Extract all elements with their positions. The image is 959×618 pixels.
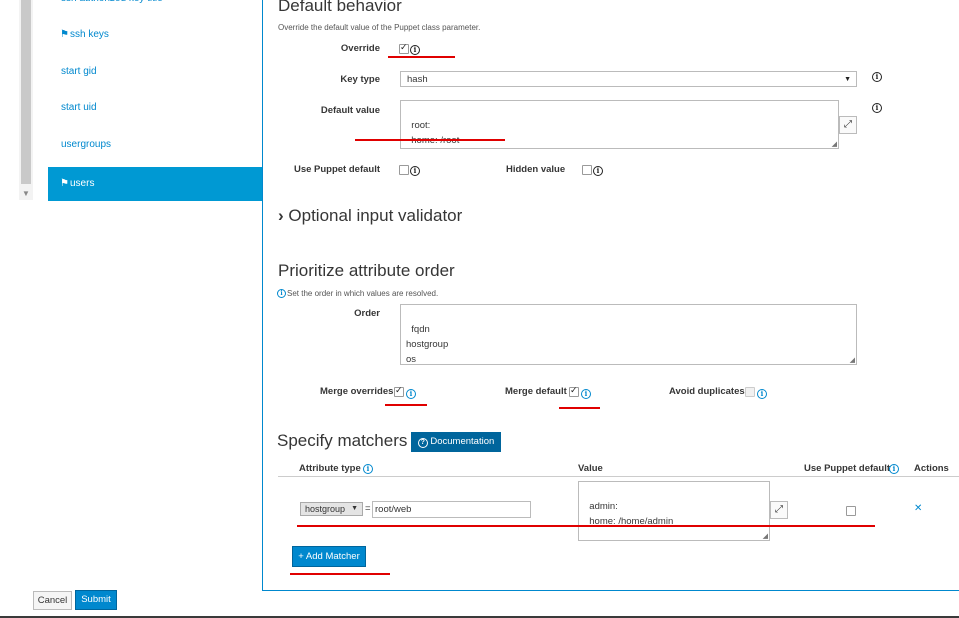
merge-overrides-label: Merge overrides — [320, 386, 394, 397]
sidebar-item-start-gid[interactable]: start gid — [48, 55, 262, 89]
key-type-select[interactable]: hash ▼ — [400, 71, 857, 87]
resize-grip-icon[interactable]: ◢ — [763, 533, 768, 540]
resize-grip-icon[interactable]: ◢ — [850, 357, 855, 364]
documentation-button[interactable]: ? Documentation — [411, 432, 501, 452]
info-icon[interactable]: i — [872, 72, 882, 82]
submit-button[interactable]: Submit — [75, 590, 117, 610]
optional-input-validator-toggle[interactable]: › Optional input validator — [278, 206, 462, 226]
scroll-down-arrow-icon[interactable]: ▼ — [21, 189, 31, 199]
question-circle-icon: ? — [417, 438, 428, 448]
caret-down-icon: ▼ — [351, 505, 358, 512]
equals-sign: = — [365, 503, 371, 514]
sidebar-item-label: start uid — [61, 102, 97, 113]
order-text: fqdn hostgroup os domain — [406, 324, 449, 365]
matcher-value-text: admin: home: /home/admin — [589, 501, 674, 527]
resize-grip-icon[interactable]: ◢ — [832, 141, 837, 148]
documentation-label: Documentation — [430, 436, 495, 447]
annotation-underline — [290, 573, 390, 575]
info-icon[interactable]: i — [593, 166, 603, 176]
order-textarea[interactable]: fqdn hostgroup os domain ◢ — [400, 304, 857, 365]
use-puppet-default-label: Use Puppet default — [293, 164, 380, 175]
default-value-text: root: home: /root — [411, 120, 459, 146]
matcher-use-puppet-default-checkbox[interactable] — [846, 506, 856, 516]
key-type-value: hash — [407, 74, 428, 85]
info-icon[interactable]: i — [581, 389, 591, 399]
info-icon[interactable]: i — [757, 389, 767, 399]
sidebar-item-start-uid[interactable]: start uid — [48, 91, 262, 125]
matcher-value-textarea[interactable]: admin: home: /home/admin ◢ — [578, 481, 770, 541]
attribute-type-select[interactable]: hostgroup ▼ — [300, 502, 363, 516]
default-behavior-help: Override the default value of the Puppet… — [278, 23, 481, 32]
use-puppet-default-checkbox[interactable] — [399, 165, 409, 175]
avoid-duplicates-checkbox[interactable] — [745, 387, 755, 397]
column-header-attribute-type: Attribute type — [299, 463, 361, 474]
info-icon[interactable]: i — [410, 166, 420, 176]
section-title-default-behavior: Default behavior — [278, 0, 402, 15]
section-title-prioritize: Prioritize attribute order — [278, 261, 455, 280]
expand-button[interactable]: ⤢ — [770, 501, 788, 519]
override-label: Override — [340, 43, 380, 54]
column-header-label: Attribute type — [299, 463, 361, 474]
info-icon[interactable]: i — [363, 464, 373, 474]
annotation-underline — [355, 139, 505, 141]
sidebar-item-ssh-authorized-key-title[interactable]: ssh authorized key title — [48, 0, 262, 16]
column-header-actions: Actions — [914, 463, 949, 474]
validator-title: Optional input validator — [288, 206, 463, 225]
section-title-matchers: Specify matchers — [277, 431, 408, 450]
add-matcher-button[interactable]: + Add Matcher — [292, 546, 366, 567]
info-icon[interactable]: i — [410, 45, 420, 55]
annotation-underline — [559, 407, 600, 409]
chevron-right-icon: › — [278, 206, 284, 225]
attribute-type-value: hostgroup — [305, 504, 346, 514]
column-header-use-puppet-default: Use Puppet default — [804, 463, 891, 474]
sidebar-item-label: ssh keys — [70, 29, 109, 40]
sidebar-item-ssh-keys[interactable]: ⚑ ssh keys — [48, 18, 262, 52]
hidden-value-checkbox[interactable] — [582, 165, 592, 175]
merge-overrides-checkbox[interactable] — [394, 385, 404, 397]
merge-default-checkbox[interactable] — [569, 385, 579, 397]
flag-icon: ⚑ — [60, 29, 69, 40]
cancel-button[interactable]: Cancel — [33, 591, 72, 610]
default-value-label: Default value — [320, 105, 380, 116]
sidebar-scrollbar-thumb[interactable] — [21, 0, 31, 184]
info-icon: i — [277, 289, 286, 298]
avoid-duplicates-label: Avoid duplicates — [669, 386, 745, 397]
override-checkbox[interactable] — [399, 42, 409, 54]
sidebar-item-users[interactable]: ⚑ users — [48, 167, 262, 201]
merge-default-label: Merge default — [505, 386, 567, 397]
sidebar-item-label: users — [70, 178, 95, 189]
key-type-label: Key type — [340, 74, 380, 85]
sidebar-item-label: ssh authorized key title — [61, 0, 163, 16]
hidden-value-label: Hidden value — [506, 164, 566, 175]
table-header-divider — [278, 476, 959, 477]
sidebar-item-label: usergroups — [61, 139, 112, 150]
info-icon[interactable]: i — [406, 389, 416, 399]
prioritize-help: Set the order in which values are resolv… — [287, 289, 439, 298]
annotation-underline — [388, 56, 455, 58]
flag-icon: ⚑ — [60, 178, 69, 189]
remove-matcher-icon[interactable]: ✕ — [914, 503, 922, 514]
column-header-value: Value — [578, 463, 603, 474]
matcher-value-input[interactable]: root/web — [372, 501, 531, 518]
expand-button[interactable]: ⤢ — [839, 116, 857, 134]
sidebar-item-usergroups[interactable]: usergroups — [48, 128, 262, 162]
default-value-textarea[interactable]: root: home: /root ◢ — [400, 100, 839, 149]
sidebar-item-label: start gid — [61, 66, 97, 77]
annotation-underline — [297, 525, 875, 527]
annotation-underline — [385, 404, 427, 406]
info-icon[interactable]: i — [889, 464, 899, 474]
order-label: Order — [354, 308, 380, 319]
info-icon[interactable]: i — [872, 103, 882, 113]
caret-down-icon: ▼ — [844, 76, 851, 83]
